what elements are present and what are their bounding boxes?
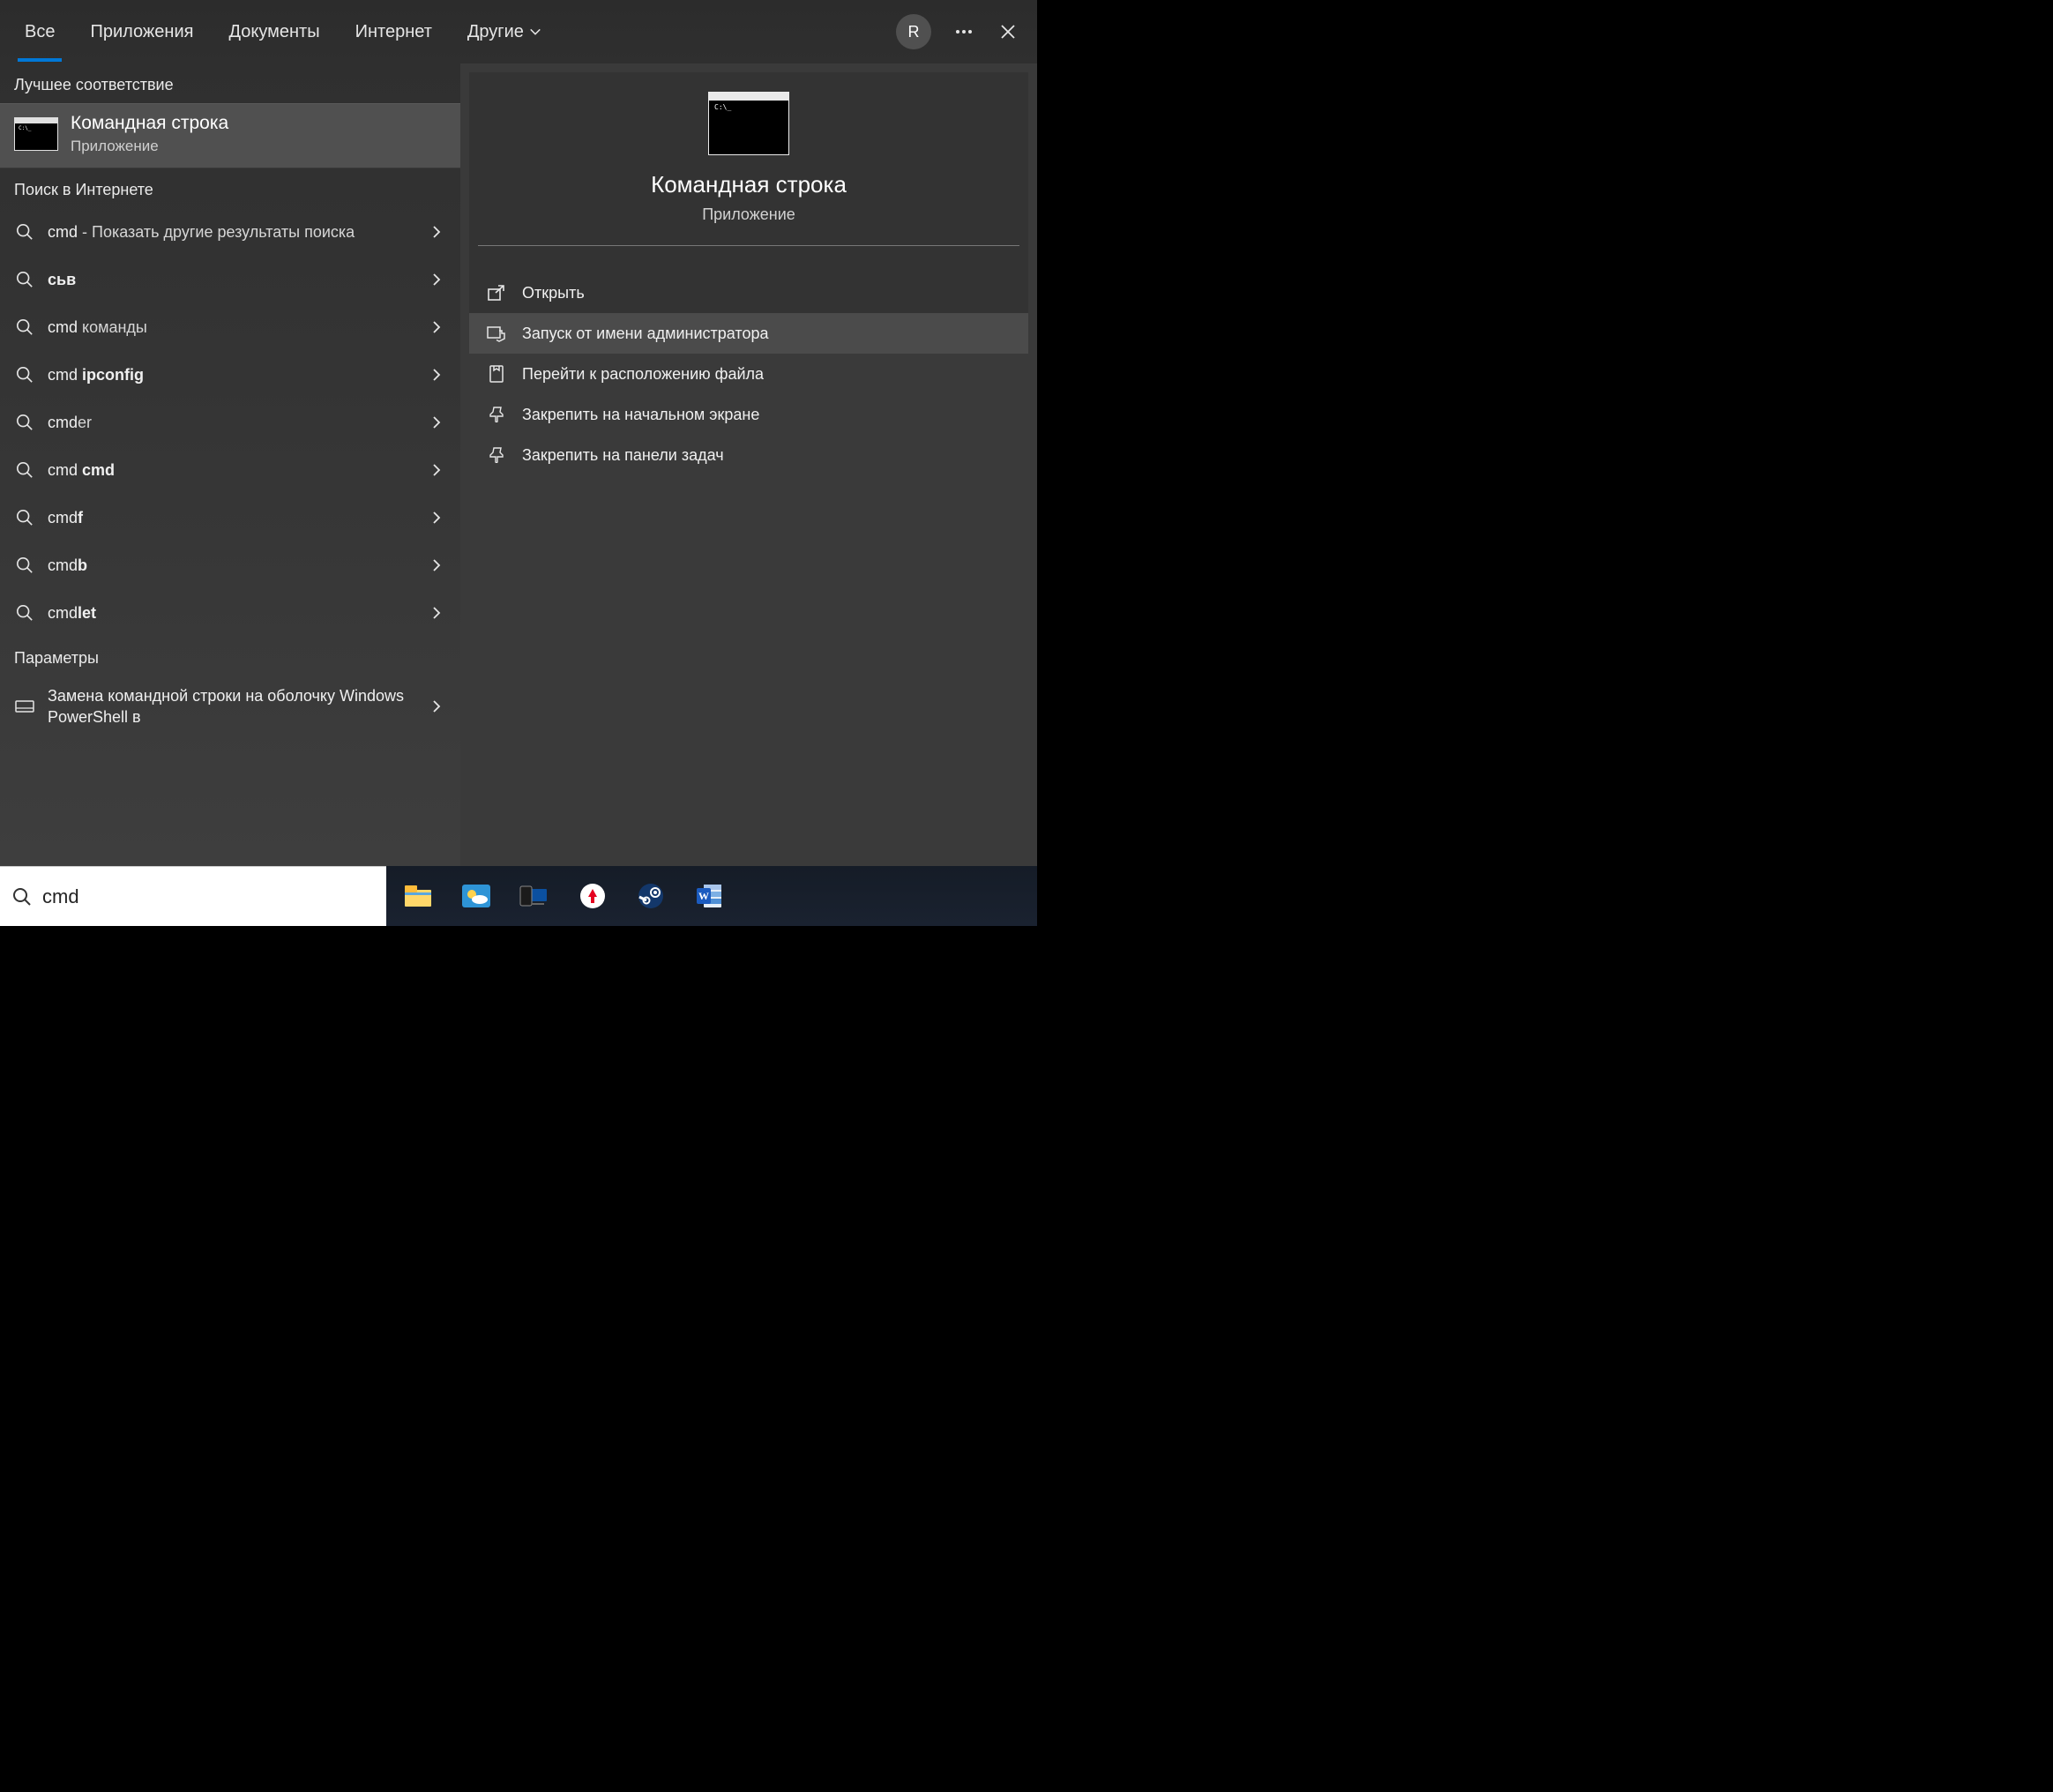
action-label: Запуск от имени администратора xyxy=(522,325,768,343)
pin-start-icon xyxy=(487,405,506,424)
results-column: Лучшее соответствие Командная строка При… xyxy=(0,63,460,866)
action-label: Перейти к расположению файла xyxy=(522,365,764,384)
taskbar-icon-yandex[interactable] xyxy=(577,880,608,912)
tab-internet[interactable]: Интернет xyxy=(338,2,450,62)
web-result-item[interactable]: cmder xyxy=(0,399,460,446)
tab-other[interactable]: Другие xyxy=(450,2,559,62)
tabs-row: Все Приложения Документы Интернет Другие… xyxy=(0,0,1037,63)
preview-card: Командная строка Приложение xyxy=(469,72,1028,273)
search-icon xyxy=(14,269,35,290)
action-pin-taskbar[interactable]: Закрепить на панели задач xyxy=(469,435,1028,475)
open-icon xyxy=(487,283,506,302)
search-icon xyxy=(14,507,35,528)
taskbar-icon-steam[interactable] xyxy=(635,880,667,912)
taskbar-search-box[interactable] xyxy=(0,866,386,926)
settings-icon xyxy=(14,696,35,717)
web-result-item[interactable]: cmd команды xyxy=(0,303,460,351)
location-icon xyxy=(487,364,506,384)
section-best-match: Лучшее соответствие xyxy=(0,63,460,103)
chevron-down-icon xyxy=(529,26,541,38)
svg-text:W: W xyxy=(698,890,709,902)
divider xyxy=(478,245,1019,246)
action-label: Открыть xyxy=(522,284,585,302)
close-button[interactable] xyxy=(986,10,1030,54)
chevron-right-icon xyxy=(423,699,450,713)
chevron-right-icon xyxy=(423,320,450,334)
preview-app-icon xyxy=(708,92,789,155)
web-result-item[interactable]: cmd ipconfig xyxy=(0,351,460,399)
tab-docs[interactable]: Документы xyxy=(211,2,337,62)
preview-title: Командная строка xyxy=(478,171,1019,198)
settings-item-label: Замена командной строки на оболочку Wind… xyxy=(48,685,423,728)
web-result-label: cmd cmd xyxy=(48,459,423,481)
more-button[interactable] xyxy=(942,10,986,54)
search-icon xyxy=(14,221,35,243)
web-result-label: cmd команды xyxy=(48,317,423,338)
web-result-label: cmd ipconfig xyxy=(48,364,423,385)
chevron-right-icon xyxy=(423,225,450,239)
search-icon xyxy=(12,887,32,907)
search-icon xyxy=(14,602,35,623)
chevron-right-icon xyxy=(423,463,450,477)
cmd-app-icon xyxy=(14,117,58,151)
web-result-label: cmdb xyxy=(48,555,423,576)
web-result-label: cmdlet xyxy=(48,602,423,623)
taskbar-icon-yourphone[interactable] xyxy=(519,880,550,912)
action-label: Закрепить на начальном экране xyxy=(522,406,759,424)
section-settings: Параметры xyxy=(0,637,460,676)
web-result-item[interactable]: cmd - Показать другие результаты поиска xyxy=(0,208,460,256)
chevron-right-icon xyxy=(423,558,450,572)
web-result-item[interactable]: cmd cmd xyxy=(0,446,460,494)
chevron-right-icon xyxy=(423,606,450,620)
search-icon xyxy=(14,412,35,433)
pin-taskbar-icon xyxy=(487,445,506,465)
taskbar-icon-word[interactable]: W xyxy=(693,880,725,912)
web-result-label: cmdf xyxy=(48,507,423,528)
chevron-right-icon xyxy=(423,511,450,525)
search-icon xyxy=(14,459,35,481)
best-match-title: Командная строка xyxy=(71,113,228,134)
runas-icon xyxy=(487,324,506,343)
web-result-item[interactable]: cmdlet xyxy=(0,589,460,637)
preview-subtitle: Приложение xyxy=(478,205,1019,224)
action-open[interactable]: Открыть xyxy=(469,273,1028,313)
close-icon xyxy=(999,23,1017,41)
settings-item[interactable]: Замена командной строки на оболочку Wind… xyxy=(0,676,460,737)
tab-apps[interactable]: Приложения xyxy=(72,2,211,62)
taskbar-search-input[interactable] xyxy=(42,885,374,908)
web-result-item[interactable]: cmdf xyxy=(0,494,460,541)
search-icon xyxy=(14,555,35,576)
section-web-search: Поиск в Интернете xyxy=(0,168,460,208)
chevron-right-icon xyxy=(423,368,450,382)
user-avatar[interactable]: R xyxy=(896,14,931,49)
search-icon xyxy=(14,317,35,338)
chevron-right-icon xyxy=(423,273,450,287)
web-result-item[interactable]: сьв xyxy=(0,256,460,303)
more-icon xyxy=(955,29,973,34)
action-runas[interactable]: Запуск от имени администратора xyxy=(469,313,1028,354)
taskbar-icon-explorer[interactable] xyxy=(402,880,434,912)
search-icon xyxy=(14,364,35,385)
web-result-label: cmder xyxy=(48,412,423,433)
chevron-right-icon xyxy=(423,415,450,429)
best-match-item[interactable]: Командная строка Приложение xyxy=(0,103,460,168)
web-result-label: cmd - Показать другие результаты поиска xyxy=(48,221,423,243)
taskbar: W xyxy=(0,866,1037,926)
windows-search-panel: Все Приложения Документы Интернет Другие… xyxy=(0,0,1037,866)
web-result-label: сьв xyxy=(48,269,423,290)
action-pin-start[interactable]: Закрепить на начальном экране xyxy=(469,394,1028,435)
web-result-item[interactable]: cmdb xyxy=(0,541,460,589)
preview-column: Командная строка Приложение Открыть Запус… xyxy=(460,63,1037,866)
tab-all[interactable]: Все xyxy=(7,2,72,62)
taskbar-apps: W xyxy=(386,866,1037,926)
taskbar-icon-weather[interactable] xyxy=(460,880,492,912)
action-location[interactable]: Перейти к расположению файла xyxy=(469,354,1028,394)
action-label: Закрепить на панели задач xyxy=(522,446,724,465)
best-match-subtitle: Приложение xyxy=(71,138,228,155)
